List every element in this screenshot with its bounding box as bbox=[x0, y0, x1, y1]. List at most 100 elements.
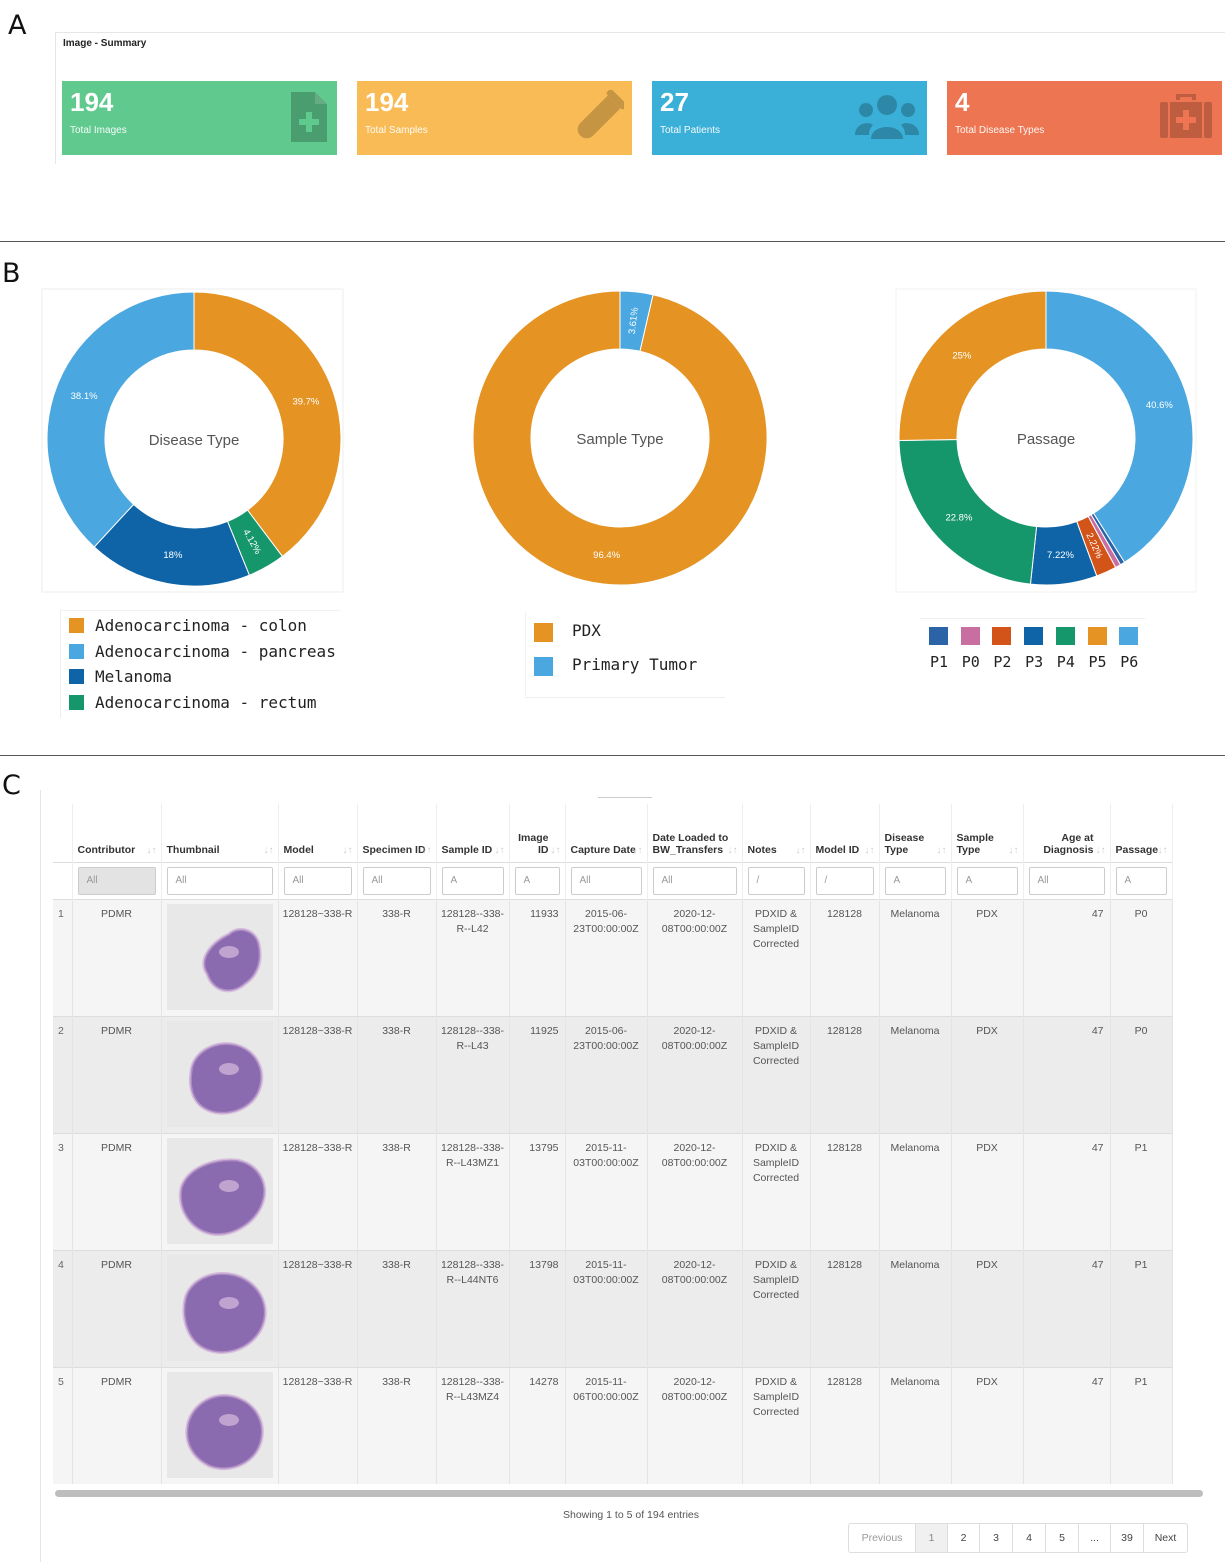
legend-swatch bbox=[69, 694, 84, 710]
slice-percent-label: 25% bbox=[952, 350, 972, 361]
table-row[interactable]: 5 PDMR 128128~338-R 338-R 128128--338-R--L43… bbox=[53, 1366, 1173, 1484]
thumbnail-image[interactable] bbox=[166, 903, 273, 1010]
total-patients-card: 27 Total Patients bbox=[652, 81, 927, 155]
header-model-id[interactable]: Model ID ↓↑ bbox=[810, 804, 880, 862]
filter-input-model[interactable]: All bbox=[283, 866, 352, 895]
filter-input-sample-type[interactable]: A bbox=[956, 866, 1018, 895]
filter-input-disease-type[interactable]: A bbox=[884, 866, 946, 895]
previous-button[interactable]: Previous bbox=[849, 1524, 916, 1552]
cell-sample-type: PDX bbox=[951, 1249, 1024, 1367]
legend-swatch[interactable] bbox=[929, 627, 948, 645]
slice-percent-label: 38.1% bbox=[71, 391, 98, 402]
thumbnail-image[interactable] bbox=[166, 1371, 273, 1478]
sort-icon[interactable]: ↓↑ bbox=[343, 845, 353, 856]
sort-icon[interactable]: ↓↑ bbox=[1009, 845, 1019, 856]
filter-input-passage[interactable]: A bbox=[1115, 866, 1167, 895]
sort-icon[interactable]: ↓↑ bbox=[728, 845, 738, 856]
header-specimen-id[interactable]: Specimen ID ↓↑ bbox=[357, 804, 437, 862]
header-model[interactable]: Model ↓↑ bbox=[278, 804, 358, 862]
sort-icon[interactable]: ↓↑ bbox=[147, 845, 157, 856]
cell-model: 128128~338-R bbox=[278, 1015, 358, 1133]
page-button[interactable]: 5 bbox=[1046, 1524, 1079, 1552]
cell-sample-type: PDX bbox=[951, 1366, 1024, 1484]
page-button[interactable]: 4 bbox=[1013, 1524, 1046, 1552]
header-date-loaded[interactable]: Date Loaded to BW_Transfers ↓↑ bbox=[647, 804, 743, 862]
next-button[interactable]: Next bbox=[1144, 1524, 1187, 1552]
filter-input-date-loaded[interactable]: All bbox=[652, 866, 737, 895]
sort-icon[interactable]: ↓↑ bbox=[495, 845, 505, 856]
divider bbox=[0, 241, 1225, 242]
header-notes[interactable]: Notes ↓↑ bbox=[742, 804, 811, 862]
sort-icon[interactable]: ↓↑ bbox=[264, 845, 274, 856]
sort-icon[interactable]: ↓↑ bbox=[796, 845, 806, 856]
table-row[interactable]: 4 PDMR 128128~338-R 338-R 128128--338-R--L44… bbox=[53, 1249, 1173, 1367]
filter-input-model-id[interactable]: / bbox=[815, 866, 874, 895]
filter-input-notes[interactable]: / bbox=[747, 866, 805, 895]
cell-notes: PDXID & SampleID Corrected bbox=[742, 1015, 811, 1133]
filter-input-specimen-id[interactable]: All bbox=[362, 866, 431, 895]
cell-sample-id: 128128--338-R--L43MZ4 bbox=[436, 1366, 510, 1484]
sort-icon[interactable]: ↓↑ bbox=[551, 845, 561, 856]
filter-input-image-id[interactable]: A bbox=[514, 866, 560, 895]
legend-label: PDX bbox=[572, 621, 601, 640]
header-label: Model ID bbox=[815, 843, 860, 856]
legend-swatch[interactable] bbox=[992, 627, 1012, 645]
page-button[interactable]: 1 bbox=[916, 1524, 948, 1552]
legend-swatch[interactable] bbox=[1119, 627, 1139, 645]
cell-model-id: 128128 bbox=[810, 1132, 880, 1250]
cell-row-number: 1 bbox=[53, 898, 73, 1016]
sort-icon[interactable]: ↓↑ bbox=[422, 845, 432, 856]
cell-disease-type: Melanoma bbox=[879, 1249, 952, 1367]
sample-type-legend: PDX Primary Tumor bbox=[525, 612, 725, 698]
disease-type-donut: 39.7%4.12%18%38.1%Disease Type bbox=[46, 291, 342, 587]
header-sample-type[interactable]: Sample Type ↓↑ bbox=[951, 804, 1024, 862]
cell-notes: PDXID & SampleID Corrected bbox=[742, 898, 811, 1016]
filter-input-capture-date[interactable]: All bbox=[570, 866, 642, 895]
header-thumbnail[interactable]: Thumbnail ↓↑ bbox=[161, 804, 279, 862]
header-disease-type[interactable]: Disease Type ↓↑ bbox=[879, 804, 952, 862]
slice-adenocarcinoma-pancreas[interactable] bbox=[46, 291, 195, 548]
header-age-at-diagnosis[interactable]: Age at Diagnosis ↓↑ bbox=[1023, 804, 1111, 862]
legend-swatch[interactable] bbox=[960, 627, 980, 645]
slice-p6[interactable] bbox=[1045, 290, 1194, 563]
sort-icon[interactable]: ↓↑ bbox=[865, 845, 875, 856]
sort-icon[interactable]: ↓↑ bbox=[1158, 845, 1168, 856]
page-button[interactable]: ... bbox=[1079, 1524, 1111, 1552]
filter-cell: All bbox=[357, 861, 437, 899]
total-samples-label: Total Samples bbox=[365, 125, 428, 136]
header-passage[interactable]: Passage ↓↑ bbox=[1110, 804, 1173, 862]
filter-input-contributor[interactable]: All bbox=[77, 866, 156, 895]
legend-swatch[interactable] bbox=[1024, 627, 1044, 645]
sort-icon[interactable]: ↓↑ bbox=[1096, 845, 1106, 856]
table-row[interactable]: 1 PDMR 128128~338-R 338-R 128128--338-R--L42… bbox=[53, 898, 1173, 1016]
table-row[interactable]: 3 PDMR 128128~338-R 338-R 128128--338-R--L43… bbox=[53, 1132, 1173, 1250]
page-button[interactable]: 39 bbox=[1111, 1524, 1144, 1552]
table-row[interactable]: 2 PDMR 128128~338-R 338-R 128128--338-R--L43… bbox=[53, 1015, 1173, 1133]
users-icon bbox=[855, 95, 919, 139]
legend-label: P1 bbox=[930, 653, 949, 671]
header-contributor[interactable]: Contributor ↓↑ bbox=[72, 804, 162, 862]
slice-adenocarcinoma-colon[interactable] bbox=[193, 291, 342, 558]
thumbnail-image[interactable] bbox=[166, 1020, 273, 1127]
cell-disease-type: Melanoma bbox=[879, 1015, 952, 1133]
filter-input-age-at-diagnosis[interactable]: All bbox=[1028, 866, 1105, 895]
image-summary-panel: Image - Summary 194 Total Images 194 Tot… bbox=[55, 32, 1225, 164]
legend-swatch[interactable] bbox=[1087, 627, 1107, 645]
slice-p5[interactable] bbox=[898, 290, 1047, 441]
filter-input-sample-id[interactable]: A bbox=[441, 866, 504, 895]
header-image-id[interactable]: Image ID ↓↑ bbox=[509, 804, 566, 862]
filter-input-thumbnail[interactable]: All bbox=[166, 866, 273, 895]
cell-model: 128128~338-R bbox=[278, 1249, 358, 1367]
thumbnail-image[interactable] bbox=[166, 1254, 273, 1361]
horizontal-scrollbar[interactable] bbox=[55, 1490, 1203, 1497]
thumbnail-image[interactable] bbox=[166, 1137, 273, 1244]
legend-swatch[interactable] bbox=[1055, 627, 1075, 645]
page-button[interactable]: 2 bbox=[948, 1524, 980, 1552]
header-sample-id[interactable]: Sample ID ↓↑ bbox=[436, 804, 510, 862]
sort-icon[interactable]: ↓↑ bbox=[937, 845, 947, 856]
cell-passage: P0 bbox=[1110, 898, 1173, 1016]
sort-icon[interactable]: ↓↑ bbox=[633, 845, 643, 856]
page-button[interactable]: 3 bbox=[980, 1524, 1013, 1552]
header-capture-date[interactable]: Capture Date ↓↑ bbox=[565, 804, 648, 862]
cell-age-at-diagnosis: 47 bbox=[1023, 1132, 1111, 1250]
